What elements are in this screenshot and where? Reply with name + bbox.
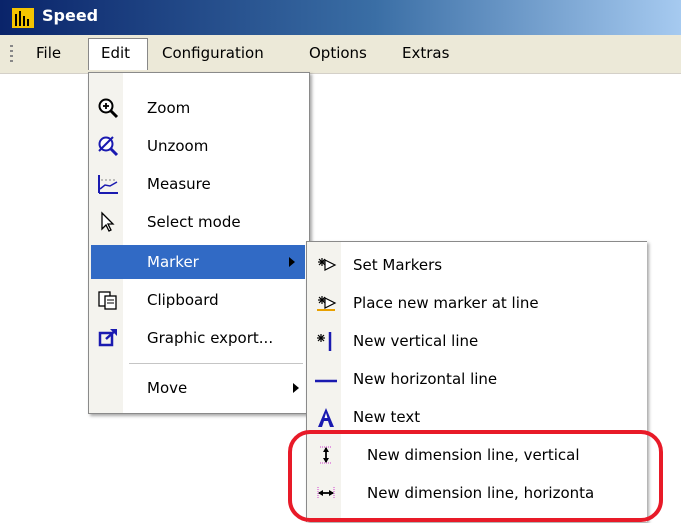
menu-item-graphic-export[interactable]: Graphic export...	[89, 321, 309, 355]
menu-item-label: New text	[353, 408, 421, 426]
clipboard-icon	[98, 291, 117, 310]
window-title: Speed	[42, 6, 99, 25]
menu-item-move[interactable]: Move	[89, 371, 309, 405]
menu-configuration[interactable]: Configuration	[162, 44, 264, 62]
menu-item-label: Measure	[147, 175, 211, 193]
menu-item-label: Marker	[147, 253, 199, 271]
submenu-arrow-icon	[289, 257, 295, 267]
text-icon	[318, 408, 334, 427]
menu-item-label: Move	[147, 379, 188, 397]
menu-item-place-marker[interactable]: Place new marker at line	[307, 286, 647, 320]
menu-item-select-mode[interactable]: Select mode	[89, 205, 309, 239]
menu-file[interactable]: File	[36, 44, 61, 62]
menu-item-label: Place new marker at line	[353, 294, 539, 312]
menu-item-label: Clipboard	[147, 291, 219, 309]
menu-item-new-text[interactable]: New text	[307, 400, 647, 434]
menu-item-label: Unzoom	[147, 137, 209, 155]
vertical-line-icon	[317, 332, 332, 351]
menu-item-measure[interactable]: Measure	[89, 167, 309, 201]
menu-bar: File Edit Configuration Options Extras	[0, 35, 681, 74]
cursor-icon	[101, 211, 115, 232]
zoom-in-icon	[98, 98, 119, 119]
title-bar: Speed	[0, 0, 681, 35]
export-icon	[98, 329, 117, 347]
menu-item-zoom[interactable]: Zoom	[89, 91, 309, 125]
menu-item-clipboard[interactable]: Clipboard	[89, 283, 309, 317]
menu-item-horizontal-line[interactable]: New horizontal line	[307, 362, 647, 396]
unzoom-icon	[98, 136, 119, 157]
menu-item-unzoom[interactable]: Unzoom	[89, 129, 309, 163]
menu-item-label: Set Markers	[353, 256, 443, 274]
measure-icon	[98, 175, 118, 194]
menu-item-label: Select mode	[147, 213, 241, 231]
edit-menu: Zoom Unzoom Measure Select mode Marker C…	[88, 72, 310, 414]
menu-item-vertical-line[interactable]: New vertical line	[307, 324, 647, 358]
set-markers-icon	[318, 258, 337, 271]
menu-item-marker[interactable]: Marker	[91, 245, 305, 279]
place-marker-icon	[317, 296, 337, 311]
annotation-highlight	[288, 430, 663, 522]
menu-separator	[129, 363, 303, 364]
submenu-arrow-icon	[293, 383, 299, 393]
menu-item-label: New vertical line	[353, 332, 479, 350]
horizontal-line-icon	[315, 379, 337, 383]
menu-extras[interactable]: Extras	[402, 44, 449, 62]
menu-edit-label: Edit	[101, 44, 131, 62]
menu-options[interactable]: Options	[309, 44, 367, 62]
menu-edit[interactable]: Edit	[88, 38, 148, 70]
menu-item-label: Zoom	[147, 99, 191, 117]
app-logo-icon	[12, 8, 34, 28]
toolbar-grip[interactable]	[10, 45, 13, 63]
menu-item-label: New horizontal line	[353, 370, 498, 388]
menu-item-label: Graphic export...	[147, 329, 274, 347]
menu-item-set-markers[interactable]: Set Markers	[307, 248, 647, 282]
